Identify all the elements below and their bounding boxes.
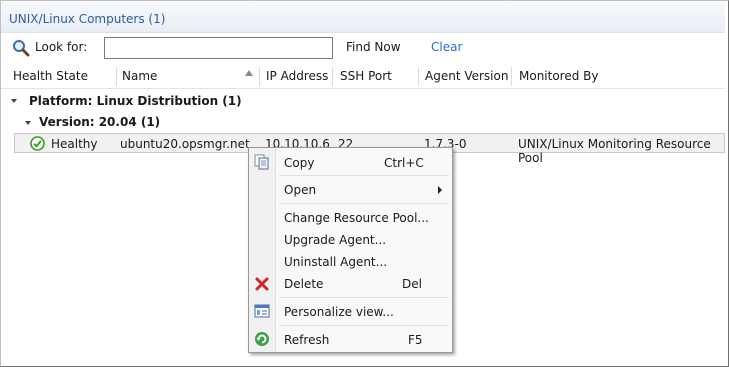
menu-icon-strip: [249, 148, 276, 352]
refresh-icon: [255, 332, 269, 346]
menu-item-refresh[interactable]: Refresh F5: [276, 328, 451, 350]
column-divider[interactable]: [511, 67, 512, 86]
search-input[interactable]: [104, 37, 333, 59]
menu-item-label: Refresh: [284, 333, 330, 347]
column-header-row: Health State Name IP Address SSH Port Ag…: [1, 64, 725, 89]
menu-item-change-resource-pool[interactable]: Change Resource Pool...: [276, 206, 451, 228]
menu-item-label: Uninstall Agent...: [284, 255, 388, 269]
sort-ascending-icon: [245, 70, 253, 76]
menu-separator: [279, 203, 449, 204]
submenu-arrow-icon: [438, 186, 442, 194]
menu-item-label: Delete: [284, 277, 324, 291]
copy-icon: [254, 154, 269, 170]
column-monitored-by[interactable]: Monitored By: [519, 69, 599, 83]
cell-monitored-by: UNIX/Linux Monitoring Resource Pool: [518, 137, 711, 165]
delete-icon: [255, 277, 269, 291]
menu-item-upgrade-agent[interactable]: Upgrade Agent...: [276, 228, 451, 250]
personalize-view-icon: [254, 304, 270, 318]
menu-item-label: Change Resource Pool...: [284, 211, 429, 225]
column-name[interactable]: Name: [122, 69, 157, 83]
menu-item-copy[interactable]: Copy Ctrl+C: [276, 151, 451, 173]
menu-item-label: Copy: [284, 156, 315, 170]
column-divider[interactable]: [418, 67, 419, 86]
column-ssh-port[interactable]: SSH Port: [340, 69, 392, 83]
collapse-arrow-icon[interactable]: [11, 99, 17, 103]
look-for-label: Look for:: [35, 40, 88, 54]
menu-item-uninstall-agent[interactable]: Uninstall Agent...: [276, 250, 451, 272]
column-divider[interactable]: [259, 67, 260, 86]
page-title: UNIX/Linux Computers (1): [9, 12, 166, 26]
menu-item-personalize-view[interactable]: Personalize view...: [276, 300, 451, 322]
menu-item-shortcut: F5: [408, 333, 423, 347]
menu-item-label: Upgrade Agent...: [284, 233, 387, 247]
clear-link[interactable]: Clear: [431, 40, 462, 54]
menu-separator: [279, 297, 449, 298]
menu-item-delete[interactable]: Delete Del: [276, 272, 451, 294]
collapse-arrow-icon[interactable]: [25, 121, 31, 125]
menu-item-label: Open: [284, 183, 317, 197]
search-icon: [13, 40, 30, 57]
menu-item-label: Personalize view...: [284, 305, 394, 319]
group-version[interactable]: Version: 20.04 (1): [39, 115, 160, 129]
menu-separator: [279, 175, 449, 176]
menu-separator: [279, 325, 449, 326]
column-divider[interactable]: [332, 67, 333, 86]
context-menu: Copy Ctrl+C Open Change Resource Pool...…: [248, 147, 453, 353]
column-divider[interactable]: [116, 67, 117, 86]
menu-item-shortcut: Del: [402, 277, 422, 291]
column-health-state[interactable]: Health State: [13, 69, 88, 83]
cell-health-state: Healthy: [51, 137, 98, 151]
cell-name: ubuntu20.opsmgr.net: [120, 137, 250, 151]
column-agent-version[interactable]: Agent Version: [425, 69, 508, 83]
group-platform[interactable]: Platform: Linux Distribution (1): [29, 94, 242, 108]
healthy-check-icon: [30, 136, 45, 151]
find-now-button[interactable]: Find Now: [346, 40, 401, 54]
title-bar: UNIX/Linux Computers (1): [1, 1, 725, 33]
column-ip-address[interactable]: IP Address: [266, 69, 328, 83]
menu-item-open[interactable]: Open: [276, 178, 451, 200]
menu-item-shortcut: Ctrl+C: [384, 156, 424, 170]
